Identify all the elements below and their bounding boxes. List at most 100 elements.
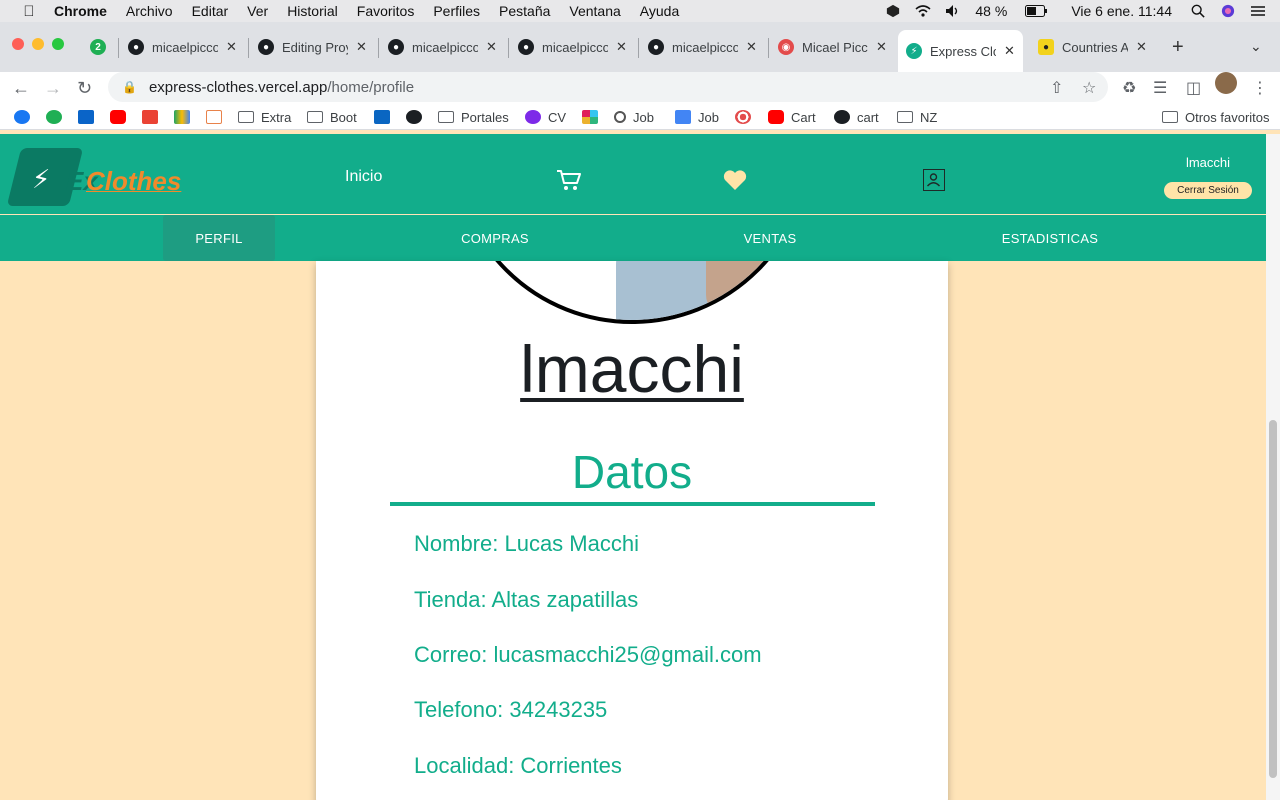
bookmark-facebook[interactable] [14, 108, 37, 126]
close-tab-icon[interactable]: ✕ [226, 39, 237, 55]
bookmark-folder-nz[interactable]: NZ [897, 108, 937, 126]
extensions-puzzle-icon[interactable]: ♻ [1122, 78, 1136, 98]
profile-subnav: PERFIL COMPRAS VENTAS ESTADISTICAS [0, 215, 1266, 261]
heart-icon[interactable] [722, 168, 748, 192]
close-tab-icon[interactable]: ✕ [1136, 39, 1147, 55]
bookmark-job-search[interactable]: Job [614, 108, 654, 126]
menu-perfiles[interactable]: Perfiles [433, 3, 480, 19]
subnav-estadisticas[interactable]: ESTADISTICAS [990, 215, 1110, 261]
dropbox-icon[interactable] [885, 4, 901, 18]
menu-historial[interactable]: Historial [287, 3, 338, 19]
subnav-ventas[interactable]: VENTAS [720, 215, 820, 261]
share-icon[interactable]: ⇧ [1050, 78, 1063, 98]
bookmark-star-icon[interactable]: ☆ [1082, 78, 1096, 98]
tab-github-2[interactable]: ● Editing Proy ✕ [258, 34, 367, 60]
close-tab-icon[interactable]: ✕ [876, 39, 887, 55]
tab-countries[interactable]: ● Countries A ✕ [1038, 34, 1147, 60]
reload-icon[interactable]: ↻ [77, 78, 92, 99]
bookmark-target[interactable] [735, 108, 758, 126]
field-nombre: Nombre: Lucas Macchi [414, 531, 639, 556]
bookmark-github[interactable] [406, 108, 429, 126]
tab-search-chevron-icon[interactable]: ⌄ [1250, 38, 1262, 55]
tab-github-3[interactable]: ● micaelpicco ✕ [388, 34, 497, 60]
logout-button[interactable]: Cerrar Sesión [1164, 182, 1252, 199]
cart-icon[interactable] [556, 168, 582, 192]
battery-icon[interactable] [1025, 4, 1048, 18]
menu-editar[interactable]: Editar [192, 3, 229, 19]
page-scrollbar[interactable] [1266, 134, 1280, 800]
github-icon: ● [648, 39, 664, 55]
menu-pestana[interactable]: Pestaña [499, 3, 550, 19]
zoom-window-button[interactable] [52, 38, 64, 50]
bookmark-gmail[interactable] [142, 108, 165, 126]
close-window-button[interactable] [12, 38, 24, 50]
forward-arrow-icon[interactable]: → [44, 78, 62, 99]
address-bar[interactable]: 🔒 express-clothes.vercel.app/home/profil… [108, 72, 1108, 102]
menu-ventana[interactable]: Ventana [569, 3, 620, 19]
bookmark-folder-portales[interactable]: Portales [438, 108, 509, 126]
lock-icon[interactable]: 🔒 [122, 80, 137, 94]
badge-icon [46, 110, 62, 124]
nav-inicio-link[interactable]: Inicio [345, 168, 382, 186]
bookmark-folder-boot[interactable]: Boot [307, 108, 357, 126]
chrome-menu-icon[interactable]: ⋮ [1252, 78, 1268, 98]
close-tab-icon[interactable]: ✕ [356, 39, 367, 55]
bookmark-linkedin[interactable] [374, 108, 397, 126]
bookmark-drive[interactable] [174, 108, 197, 126]
side-panel-icon[interactable]: ◫ [1186, 78, 1201, 98]
apple-icon[interactable]:  [20, 3, 38, 20]
close-tab-icon[interactable]: ✕ [1004, 43, 1015, 59]
tab-github-1[interactable]: ● micaelpicco ✕ [128, 34, 237, 60]
minimize-window-button[interactable] [32, 38, 44, 50]
badge-icon: 2 [90, 39, 106, 55]
github-icon [406, 110, 422, 124]
bookmark-job-docs[interactable]: Job [675, 108, 719, 126]
subnav-perfil[interactable]: PERFIL [163, 215, 275, 261]
header-username: lmacchi [1185, 155, 1231, 170]
tab-title: micaelpicco [542, 39, 608, 55]
tab-micael[interactable]: ◉ Micael Picc ✕ [778, 34, 887, 60]
menu-ayuda[interactable]: Ayuda [640, 3, 679, 19]
tab-badge[interactable]: 2 [90, 34, 114, 60]
bookmarks-bar: Extra Boot Portales CV Job Job Cart cart… [0, 104, 1280, 130]
bookmark-cv[interactable]: CV [525, 108, 566, 126]
bookmark-badge[interactable] [46, 108, 69, 126]
bookmark-slack[interactable] [582, 108, 605, 126]
menubar-clock[interactable]: Vie 6 ene. 11:44 [1071, 3, 1172, 19]
volume-icon[interactable] [945, 4, 961, 18]
spotlight-search-icon[interactable] [1190, 4, 1206, 18]
user-profile-icon[interactable] [923, 169, 945, 191]
control-center-icon[interactable] [1250, 4, 1266, 18]
photo-arm [706, 261, 766, 315]
scrollbar-thumb[interactable] [1269, 420, 1277, 778]
new-tab-button[interactable]: + [1172, 36, 1184, 59]
wifi-icon[interactable] [915, 4, 931, 18]
close-tab-icon[interactable]: ✕ [486, 39, 497, 55]
expressclothes-logo[interactable]: ⚡ Ex Clothes [6, 148, 181, 206]
bookmark-cart-github[interactable]: cart [834, 108, 879, 126]
menu-app-name[interactable]: Chrome [54, 3, 107, 19]
siri-icon[interactable] [1220, 4, 1236, 18]
profile-avatar[interactable] [1215, 72, 1237, 94]
bookmark-cart-youtube[interactable]: Cart [768, 108, 816, 126]
bookmark-outlook[interactable] [78, 108, 101, 126]
back-arrow-icon[interactable]: ← [12, 78, 30, 99]
bookmark-folder-extra[interactable]: Extra [238, 108, 291, 126]
bookmark-cube[interactable] [206, 108, 229, 126]
bookmark-otros-favoritos[interactable]: Otros favoritos [1162, 108, 1270, 126]
menu-favoritos[interactable]: Favoritos [357, 3, 415, 19]
tab-github-4[interactable]: ● micaelpicco ✕ [518, 34, 627, 60]
tab-express-clothes-active[interactable]: ⚡ Express Clo ✕ [898, 30, 1023, 72]
tab-github-5[interactable]: ● micaelpicco ✕ [648, 34, 757, 60]
close-tab-icon[interactable]: ✕ [746, 39, 757, 55]
menu-ver[interactable]: Ver [247, 3, 268, 19]
bookmark-youtube[interactable] [110, 108, 133, 126]
gmail-icon [142, 110, 158, 124]
profile-username-text: lmacchi [520, 332, 744, 406]
subnav-compras[interactable]: COMPRAS [440, 215, 550, 261]
close-tab-icon[interactable]: ✕ [616, 39, 627, 55]
media-control-icon[interactable]: ☰ [1153, 78, 1167, 98]
menu-archivo[interactable]: Archivo [126, 3, 173, 19]
field-telefono: Telefono: 34243235 [414, 697, 608, 722]
datos-divider [390, 502, 875, 506]
